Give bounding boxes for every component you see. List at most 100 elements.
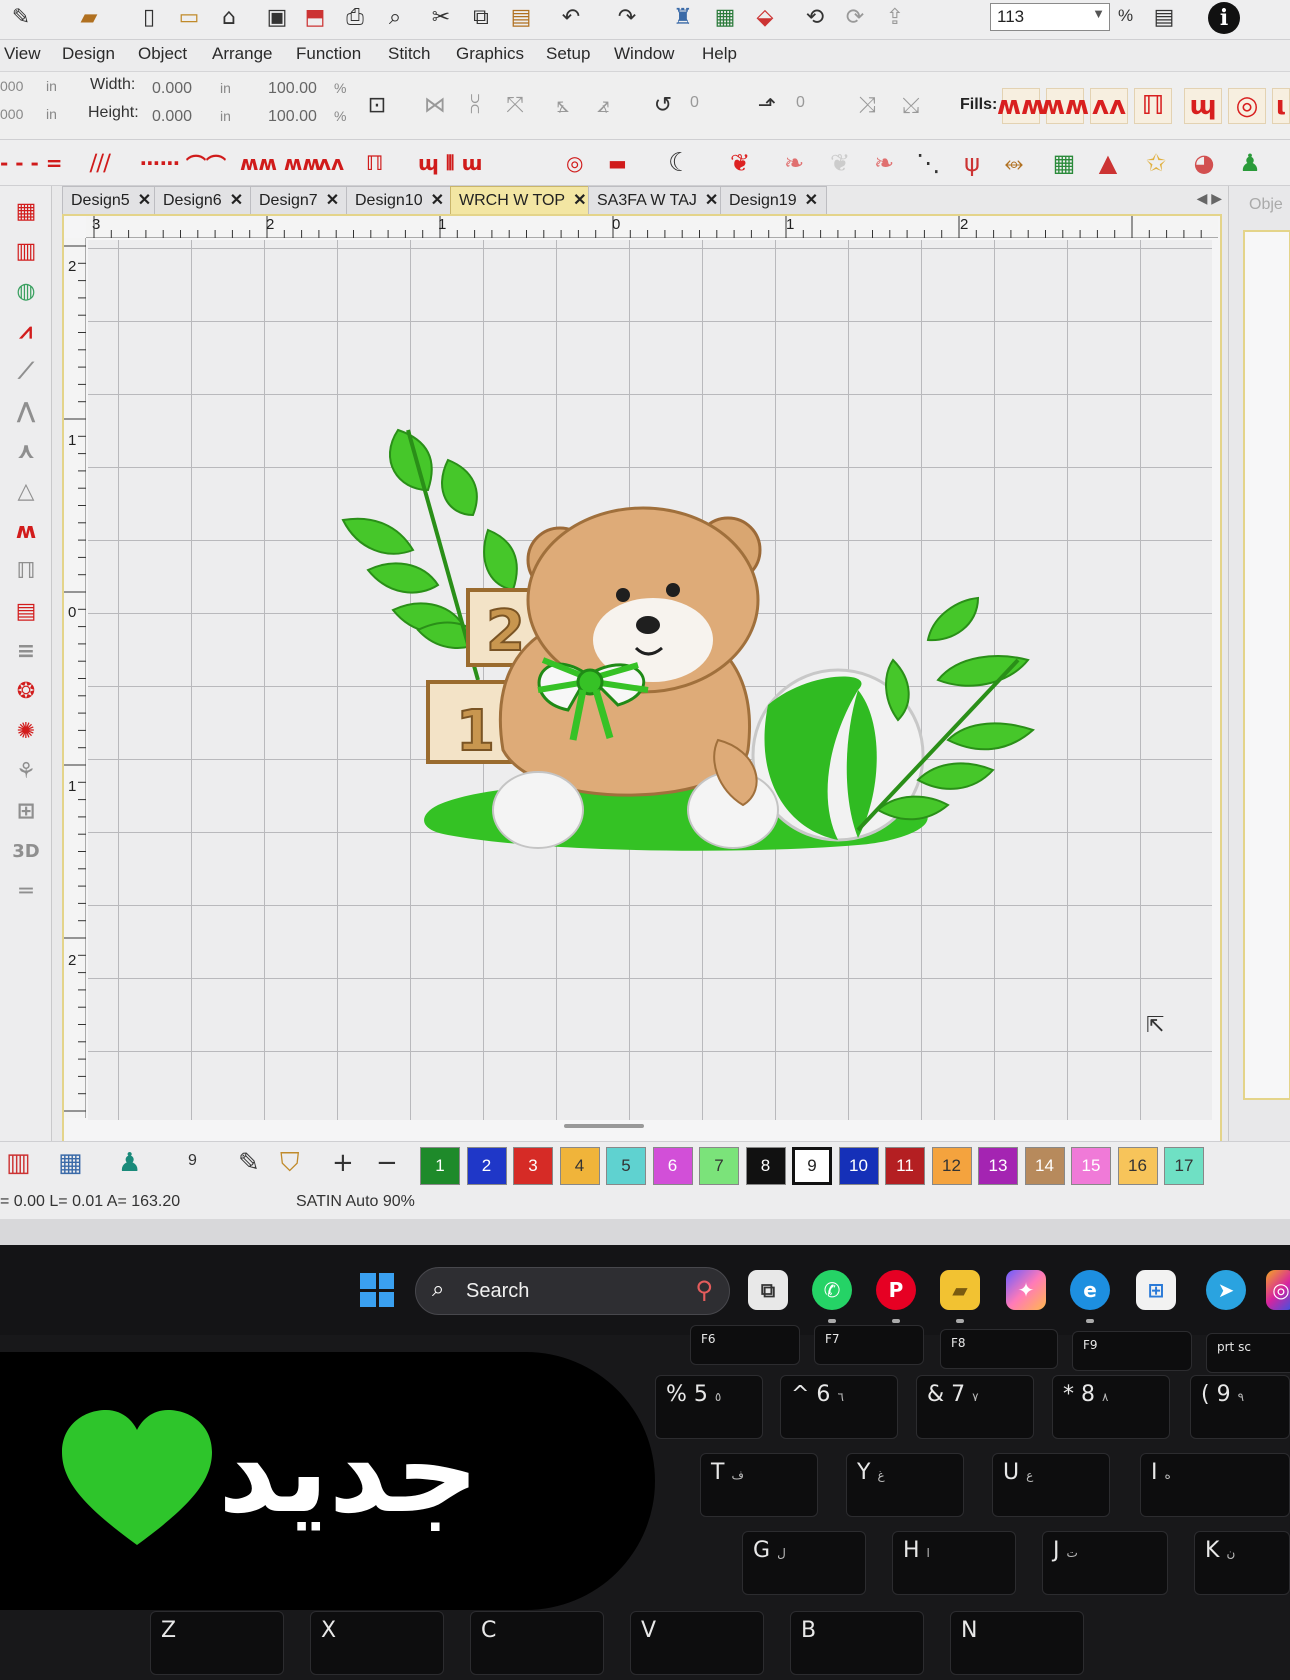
trident-icon[interactable]: ψ bbox=[954, 146, 990, 180]
thread-chart-icon[interactable]: ▥ bbox=[6, 1148, 31, 1178]
ladder-tool-icon[interactable]: ⊞ bbox=[8, 794, 44, 828]
arrow-up-tool-icon[interactable]: ⋏ bbox=[8, 434, 44, 468]
fill-column-icon[interactable]: ℿ bbox=[1134, 88, 1172, 124]
height-field[interactable]: 0.000 bbox=[152, 108, 192, 126]
triangle-tool-icon[interactable]: △ bbox=[8, 474, 44, 508]
thread-icon[interactable]: ⬙ bbox=[750, 2, 780, 32]
teddy-bear-embroidery-design[interactable]: 2 1 bbox=[338, 420, 1098, 890]
leaf-red-icon[interactable]: ❦ bbox=[722, 146, 758, 180]
microsoft-store-icon[interactable]: ⊞ bbox=[1136, 1270, 1176, 1310]
tab-scroll-arrows-icon[interactable]: ◀ ▶ bbox=[1197, 190, 1222, 207]
menu-window[interactable]: Window bbox=[614, 44, 674, 64]
grid-tool-icon[interactable]: ▦ bbox=[8, 194, 44, 228]
crescent-icon[interactable]: ☾ bbox=[668, 148, 691, 178]
color-swatch-15[interactable]: 15 bbox=[1071, 1147, 1111, 1185]
feather-gray-icon[interactable]: ❦ bbox=[822, 146, 858, 180]
fabric-shirt-icon[interactable]: ♟ bbox=[118, 1148, 141, 1178]
satin-column-icon[interactable]: ɰ ⦀ ɯ bbox=[418, 148, 482, 178]
color-swatch-1[interactable]: 1 bbox=[420, 1147, 460, 1185]
width-percent-field[interactable]: 100.00 bbox=[268, 80, 317, 98]
loop-stitch-icon[interactable]: ◎ bbox=[566, 148, 583, 178]
rotate-right-icon[interactable]: ⦨ bbox=[588, 90, 618, 120]
color-swatch-4[interactable]: 4 bbox=[559, 1147, 600, 1185]
menu-function[interactable]: Function bbox=[296, 44, 361, 64]
menu-view[interactable]: View bbox=[4, 44, 41, 64]
paint-bucket-icon[interactable]: ⛉ bbox=[280, 1148, 300, 1179]
new-file-icon[interactable]: ▯ bbox=[134, 2, 164, 32]
tab-design7[interactable]: Design7 ✕ bbox=[250, 186, 349, 214]
color-swatch-12[interactable]: 12 bbox=[931, 1147, 972, 1185]
mirror-both-icon[interactable]: ⤧ bbox=[500, 90, 530, 120]
feather-pink-icon[interactable]: ❧ bbox=[866, 146, 902, 180]
color-swatch-7[interactable]: 7 bbox=[699, 1147, 739, 1185]
design-canvas[interactable]: 3 2 1 0 1 2 2 1 0 1 2 2 1 ⇱ bbox=[62, 214, 1222, 1144]
rotate-angle-icon[interactable]: ↺ bbox=[648, 90, 678, 120]
fill-ripple-icon[interactable]: ɰ bbox=[1184, 88, 1222, 124]
add-color-icon[interactable]: + bbox=[332, 1148, 354, 1178]
mirror-v-icon[interactable]: ⩆ bbox=[460, 90, 490, 120]
machine-icon[interactable]: ▦ bbox=[710, 2, 740, 32]
color-swatch-10[interactable]: 10 bbox=[838, 1147, 879, 1185]
satin-tool-icon[interactable]: ℿ bbox=[8, 554, 44, 588]
tab-sa3fa-w-taj[interactable]: SA3FA W TAJ ✕ bbox=[588, 186, 728, 214]
menu-help[interactable]: Help bbox=[702, 44, 737, 64]
wheel-tool-icon[interactable]: ✺ bbox=[8, 714, 44, 748]
gray-tool-icon[interactable]: ⟳ bbox=[840, 2, 870, 32]
lock-proportion-icon[interactable]: ⊡ bbox=[362, 90, 392, 120]
e-stitch-icon[interactable]: ℿ bbox=[366, 148, 383, 178]
redo-icon[interactable]: ↷ bbox=[612, 2, 642, 32]
menu-arrange[interactable]: Arrange bbox=[212, 44, 272, 64]
close-tab-icon[interactable]: ✕ bbox=[573, 192, 586, 209]
skew-icon[interactable]: ⬏ bbox=[752, 90, 782, 120]
hoop-icon[interactable]: ⟲ bbox=[800, 2, 830, 32]
travel-icon[interactable]: ♜ bbox=[668, 2, 698, 32]
shapes-icon[interactable]: ▲ bbox=[1090, 146, 1126, 180]
save-icon[interactable]: ▣ bbox=[262, 2, 292, 32]
bean-stitch-icon[interactable]: ⋯⋯ bbox=[140, 148, 180, 178]
angle-tool-icon[interactable]: ⋀ bbox=[8, 394, 44, 428]
circle-tool-icon[interactable]: ◍ bbox=[8, 274, 44, 308]
print-icon[interactable]: ⎙ bbox=[340, 2, 370, 32]
tab-wrch-w-top[interactable]: WRCH W TOP ✕ bbox=[450, 186, 596, 214]
menu-graphics[interactable]: Graphics bbox=[456, 44, 524, 64]
picture-icon[interactable]: ▦ bbox=[1046, 146, 1082, 180]
telegram-icon[interactable]: ➤ bbox=[1206, 1270, 1246, 1310]
menu-setup[interactable]: Setup bbox=[546, 44, 590, 64]
copy-icon[interactable]: ⧉ bbox=[466, 2, 496, 32]
star-icon[interactable]: ✩ bbox=[1138, 146, 1174, 180]
color-swatch-13[interactable]: 13 bbox=[978, 1147, 1018, 1185]
cut-icon[interactable]: ✂ bbox=[426, 2, 456, 32]
open-folder-icon[interactable]: ▰ bbox=[74, 2, 104, 32]
column-tool-icon[interactable]: ▥ bbox=[8, 234, 44, 268]
width-field[interactable]: 0.000 bbox=[152, 80, 192, 98]
edit-icon[interactable]: ✎ bbox=[6, 2, 36, 32]
gray-tool2-icon[interactable]: ⇪ bbox=[880, 2, 910, 32]
align-icon[interactable]: ⤨ bbox=[852, 90, 882, 120]
shirt-icon[interactable]: ♟ bbox=[1232, 146, 1268, 180]
windows-start-icon[interactable] bbox=[360, 1273, 394, 1307]
height-percent-field[interactable]: 100.00 bbox=[268, 108, 317, 126]
fill-tool-icon[interactable]: ⩘ bbox=[8, 314, 44, 348]
zigzag-stitch-icon[interactable]: ʌʌ bbox=[318, 148, 344, 178]
separator-tool-icon[interactable]: ═ bbox=[8, 874, 44, 908]
fill-satin-icon[interactable]: ʍʍ bbox=[997, 88, 1045, 124]
distribute-icon[interactable]: ⤩ bbox=[896, 90, 926, 120]
color-swatch-8[interactable]: 8 bbox=[745, 1147, 786, 1185]
color-swatch-2[interactable]: 2 bbox=[466, 1147, 507, 1185]
fill-loop-icon[interactable]: ◎ bbox=[1228, 88, 1266, 124]
mirror-h-icon[interactable]: ⋈ bbox=[420, 90, 450, 120]
color-count-field[interactable]: 9 bbox=[188, 1152, 197, 1170]
instagram-icon[interactable]: ◎ bbox=[1266, 1270, 1290, 1310]
branch-tool-icon[interactable]: ⚘ bbox=[8, 754, 44, 788]
eyedropper-icon[interactable]: ✎ bbox=[238, 1148, 260, 1178]
path-tool-icon[interactable]: ⋱ bbox=[910, 146, 946, 180]
palette-icon[interactable]: ◕ bbox=[1186, 146, 1222, 180]
color-swatch-16[interactable]: 16 bbox=[1117, 1147, 1158, 1185]
close-tab-icon[interactable]: ✕ bbox=[138, 192, 151, 209]
tab-design5[interactable]: Design5 ✕ bbox=[62, 186, 161, 214]
properties-icon[interactable]: ▤ bbox=[1146, 2, 1182, 32]
paste-icon[interactable]: ▤ bbox=[506, 2, 536, 32]
rotate-left-icon[interactable]: ⦩ bbox=[548, 90, 578, 120]
copilot-icon[interactable]: ✦ bbox=[1006, 1270, 1046, 1310]
zoom-select[interactable]: 113 ▼ bbox=[990, 3, 1110, 31]
